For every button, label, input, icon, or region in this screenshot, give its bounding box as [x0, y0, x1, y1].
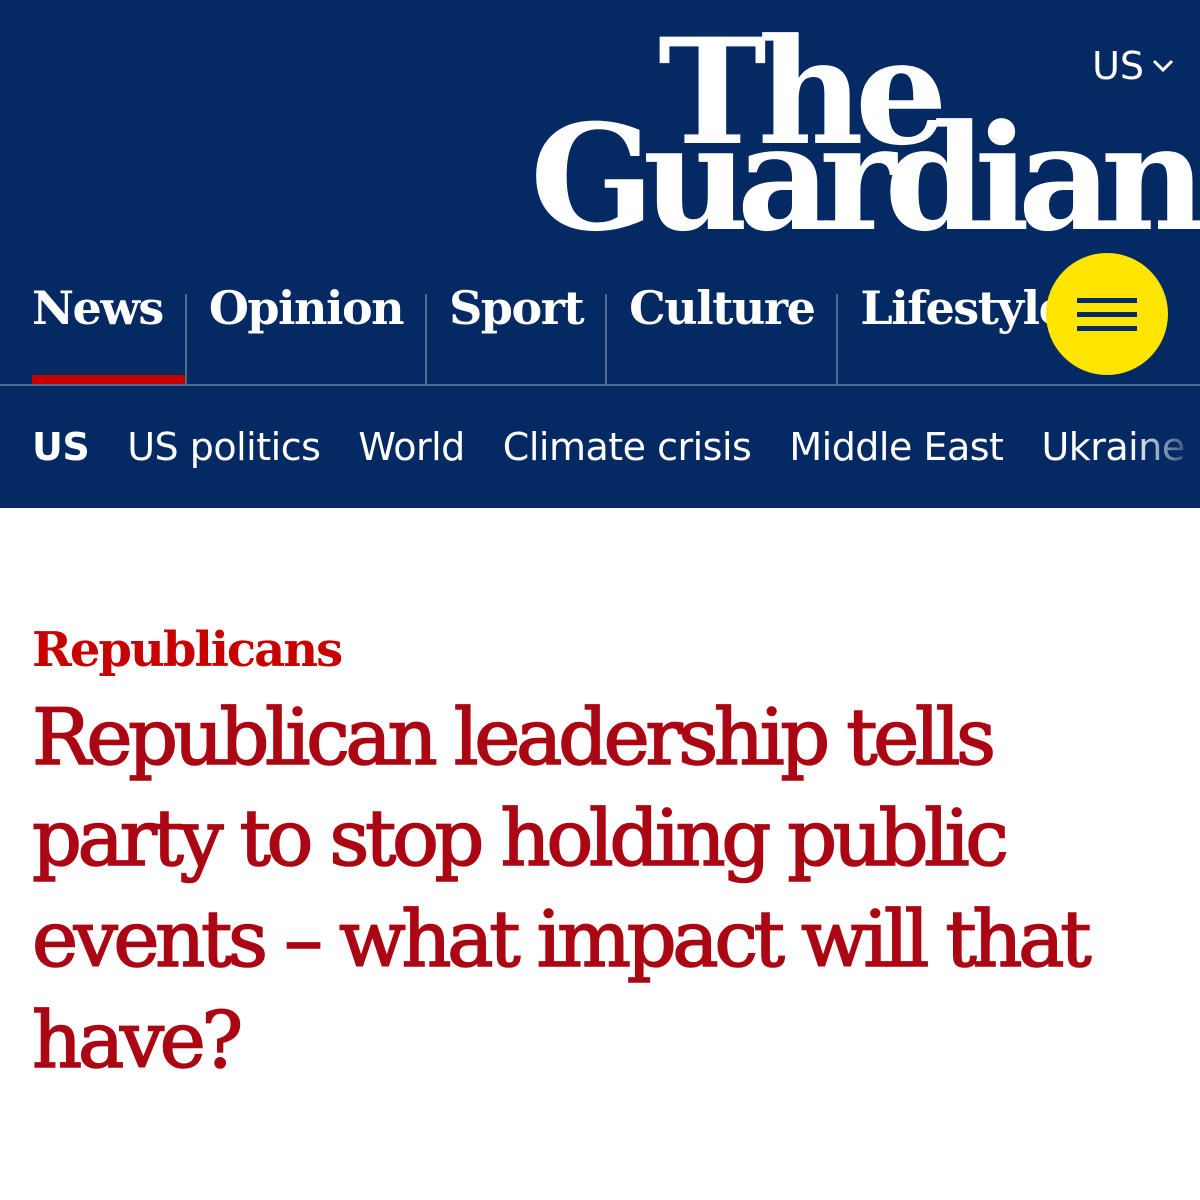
pillar-sport[interactable]: Sport: [427, 256, 608, 386]
article-kicker[interactable]: Republicans: [32, 622, 343, 678]
pillar-label: Lifestyle: [860, 281, 1068, 335]
subnav-item-us[interactable]: US: [32, 425, 90, 469]
subnav-item-middle-east[interactable]: Middle East: [789, 425, 1004, 469]
logo-line-2: Guardian: [530, 93, 1200, 264]
menu-bar: [1077, 312, 1137, 317]
subnav-item-us-politics[interactable]: US politics: [127, 425, 321, 469]
pillar-label: News: [32, 281, 164, 335]
pillar-label: Opinion: [208, 281, 405, 335]
masthead: US The Guardian News Opinion Sport Cultu…: [0, 0, 1200, 508]
subnav-item-climate-crisis[interactable]: Climate crisis: [503, 425, 752, 469]
subnav-item-world[interactable]: World: [358, 425, 465, 469]
pillar-opinion[interactable]: Opinion: [187, 256, 428, 386]
article-headline: Republican leadership tells party to sto…: [31, 692, 1092, 1087]
menu-bar: [1077, 326, 1137, 331]
guardian-logo[interactable]: The Guardian: [530, 18, 1200, 254]
pillar-nav: News Opinion Sport Culture Lifestyle: [0, 256, 1068, 386]
menu-button[interactable]: [1046, 253, 1168, 375]
pillar-label: Sport: [449, 281, 585, 335]
sub-nav: US US politics World Climate crisis Midd…: [0, 386, 1200, 508]
menu-bar: [1077, 298, 1137, 303]
pillar-label: Culture: [629, 281, 816, 335]
pillar-culture[interactable]: Culture: [607, 256, 839, 386]
subnav-overflow-fade: [1130, 386, 1200, 508]
pillar-news[interactable]: News: [0, 256, 187, 386]
